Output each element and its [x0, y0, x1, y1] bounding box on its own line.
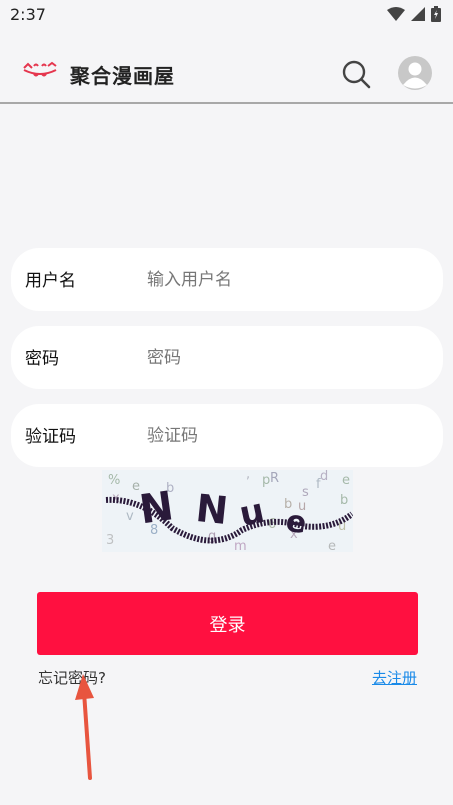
- captcha-label: 验证码: [25, 427, 76, 447]
- search-button[interactable]: [340, 58, 372, 90]
- svg-text:N: N: [194, 486, 230, 533]
- avatar-button[interactable]: [398, 56, 432, 90]
- captcha-image[interactable]: % x 3 v e 8 g m p R b u s 6 x f d e b u …: [102, 470, 353, 552]
- svg-text:R: R: [270, 471, 279, 486]
- captcha-field: 验证码: [11, 404, 443, 467]
- captcha-text: N N u e: [137, 483, 309, 541]
- avatar-icon: [398, 56, 432, 90]
- svg-text:d: d: [320, 470, 328, 484]
- app-logo-icon: [23, 61, 57, 77]
- status-icons: [387, 6, 441, 22]
- svg-text:v: v: [126, 509, 134, 524]
- wifi-icon: [387, 7, 405, 21]
- password-label: 密码: [25, 349, 59, 369]
- captcha-input[interactable]: [147, 416, 427, 456]
- svg-text:N: N: [137, 483, 177, 533]
- svg-text:b: b: [340, 493, 348, 508]
- svg-text:m: m: [234, 539, 247, 552]
- svg-text:s: s: [302, 485, 309, 500]
- signal-icon: [411, 7, 425, 21]
- username-input[interactable]: [147, 260, 427, 300]
- status-time: 2:37: [10, 5, 46, 24]
- username-label: 用户名: [25, 271, 76, 291]
- username-field: 用户名: [11, 248, 443, 311]
- login-button[interactable]: 登录: [37, 592, 418, 655]
- svg-text:%: %: [108, 473, 120, 488]
- annotation-arrow-icon: [75, 674, 94, 780]
- register-link[interactable]: 去注册: [372, 667, 417, 688]
- svg-text:,: ,: [246, 470, 250, 482]
- svg-text:e: e: [284, 504, 309, 541]
- svg-text:3: 3: [106, 533, 114, 548]
- search-icon: [342, 60, 371, 89]
- status-bar: 2:37: [0, 0, 453, 30]
- svg-text:e: e: [342, 473, 350, 488]
- password-input[interactable]: [147, 338, 427, 378]
- app-title: 聚合漫画屋: [70, 64, 175, 88]
- svg-text:e: e: [328, 539, 336, 552]
- password-field: 密码: [11, 326, 443, 389]
- captcha-graphic: % x 3 v e 8 g m p R b u s 6 x f d e b u …: [105, 470, 353, 552]
- app-header: 聚合漫画屋: [0, 42, 453, 104]
- battery-icon: [431, 6, 441, 22]
